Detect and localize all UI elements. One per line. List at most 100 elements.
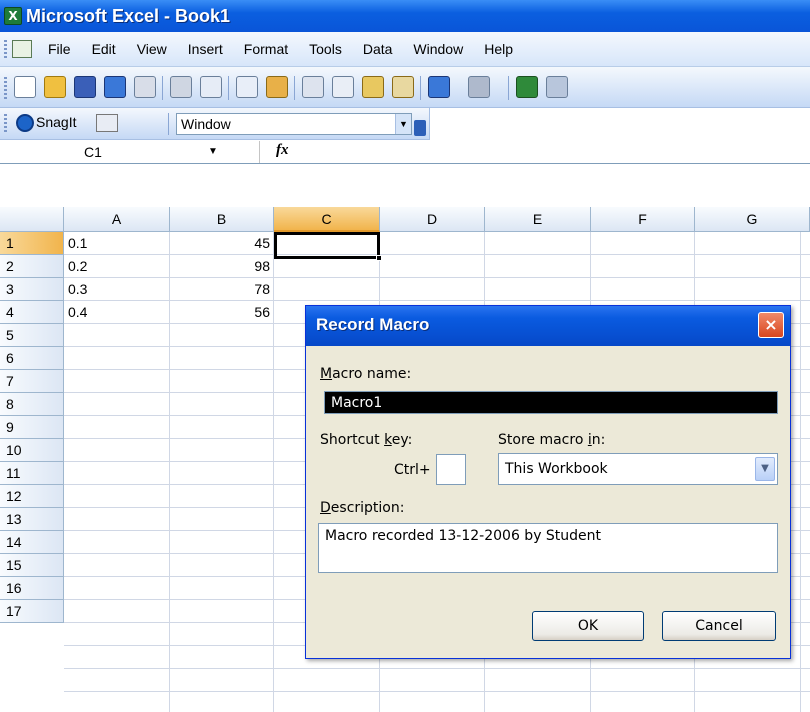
cell-a2[interactable]: 0.2: [68, 255, 87, 278]
snagit-icon[interactable]: [16, 114, 34, 132]
row-header[interactable]: 7: [0, 370, 64, 393]
menu-insert[interactable]: Insert: [188, 41, 223, 57]
description-input[interactable]: Macro recorded 13-12-2006 by Student: [318, 523, 778, 573]
toolbar-grip[interactable]: [4, 114, 7, 134]
store-macro-select[interactable]: This Workbook ▼: [498, 453, 778, 485]
cell-b4[interactable]: 56: [170, 301, 270, 324]
chevron-down-icon[interactable]: ▼: [755, 457, 775, 481]
print-preview-icon[interactable]: [200, 76, 222, 98]
column-header-d[interactable]: D: [380, 207, 485, 232]
chevron-down-icon[interactable]: ▼: [395, 114, 411, 134]
autosum-icon[interactable]: [546, 76, 568, 98]
new-icon[interactable]: [14, 76, 36, 98]
research-icon[interactable]: [266, 76, 288, 98]
cell-b1[interactable]: 45: [170, 232, 270, 255]
row-header[interactable]: 8: [0, 393, 64, 416]
column-header-f[interactable]: F: [591, 207, 695, 232]
menu-window[interactable]: Window: [413, 41, 463, 57]
cell-a3[interactable]: 0.3: [68, 278, 87, 301]
snagit-capture-icon[interactable]: [96, 114, 118, 132]
menubar-grip[interactable]: [4, 40, 7, 60]
row-header[interactable]: 2: [0, 255, 64, 278]
name-box-value: C1: [84, 144, 102, 160]
grid-line: [64, 691, 810, 692]
print-icon[interactable]: [170, 76, 192, 98]
row-header[interactable]: 14: [0, 531, 64, 554]
row-header[interactable]: 3: [0, 278, 64, 301]
record-macro-dialog: Record Macro × Macro name: Macro1 Shortc…: [305, 305, 791, 659]
paste-icon[interactable]: [362, 76, 384, 98]
active-cell-c1[interactable]: [274, 232, 382, 261]
undo-icon[interactable]: [428, 76, 450, 98]
excel-app-icon[interactable]: X: [4, 7, 22, 25]
cut-icon[interactable]: [302, 76, 324, 98]
snagit-label[interactable]: SnagIt: [36, 114, 76, 130]
open-icon[interactable]: [44, 76, 66, 98]
row-header[interactable]: 6: [0, 347, 64, 370]
spelling-icon[interactable]: [236, 76, 258, 98]
row-header[interactable]: 1: [0, 232, 64, 255]
macro-name-input[interactable]: Macro1: [324, 391, 778, 414]
window-combo[interactable]: Window ▼: [176, 113, 412, 135]
save-icon[interactable]: [74, 76, 96, 98]
row-header[interactable]: 15: [0, 554, 64, 577]
grid-line: [273, 232, 274, 712]
toolbar-separator: [508, 76, 509, 100]
ctrl-label: Ctrl+: [394, 462, 431, 478]
toolbar-separator: [228, 76, 229, 100]
cell-b3[interactable]: 78: [170, 278, 270, 301]
row-header[interactable]: 13: [0, 508, 64, 531]
copy-icon[interactable]: [332, 76, 354, 98]
row-header[interactable]: 11: [0, 462, 64, 485]
shortcut-key-label: Shortcut key:: [320, 432, 413, 448]
grid-line: [800, 232, 801, 712]
ok-button[interactable]: OK: [532, 611, 644, 641]
name-box[interactable]: C1 ▼: [0, 141, 260, 163]
dialog-title-bar[interactable]: Record Macro ×: [306, 306, 790, 346]
formula-bar: C1 ▼ fx: [0, 140, 810, 164]
menu-format[interactable]: Format: [244, 41, 288, 57]
column-header-b[interactable]: B: [170, 207, 274, 232]
email-icon[interactable]: [134, 76, 156, 98]
menu-tools[interactable]: Tools: [309, 41, 342, 57]
menu-help[interactable]: Help: [484, 41, 513, 57]
close-icon[interactable]: ×: [758, 312, 784, 338]
row-header[interactable]: 4: [0, 301, 64, 324]
toolbar-separator: [162, 76, 163, 100]
select-all-corner[interactable]: [0, 207, 64, 232]
row-header[interactable]: 16: [0, 577, 64, 600]
toolbar-grip[interactable]: [4, 77, 7, 99]
row-header[interactable]: 10: [0, 439, 64, 462]
cell-a1[interactable]: 0.1: [68, 232, 87, 255]
menu-data[interactable]: Data: [363, 41, 393, 57]
row-header[interactable]: 5: [0, 324, 64, 347]
menu-bar: File Edit View Insert Format Tools Data …: [0, 32, 810, 67]
permission-icon[interactable]: [104, 76, 126, 98]
chevron-down-icon[interactable]: ▼: [208, 141, 218, 163]
menu-file[interactable]: File: [48, 41, 71, 57]
function-icon[interactable]: fx: [276, 142, 289, 159]
menu-view[interactable]: View: [137, 41, 167, 57]
row-header[interactable]: 9: [0, 416, 64, 439]
menu-edit[interactable]: Edit: [92, 41, 116, 57]
cancel-button[interactable]: Cancel: [662, 611, 776, 641]
fill-handle[interactable]: [376, 255, 382, 261]
toolbar-options-icon[interactable]: [414, 120, 426, 136]
cell-b2[interactable]: 98: [170, 255, 270, 278]
format-painter-icon[interactable]: [392, 76, 414, 98]
column-header-g[interactable]: G: [695, 207, 810, 232]
redo-icon[interactable]: [468, 76, 490, 98]
document-icon[interactable]: [12, 40, 32, 58]
cell-a4[interactable]: 0.4: [68, 301, 87, 324]
row-header[interactable]: 17: [0, 600, 64, 623]
column-header-c[interactable]: C: [274, 207, 380, 232]
toolbar-separator: [294, 76, 295, 100]
shortcut-key-input[interactable]: [436, 454, 466, 485]
window-combo-value: Window: [181, 116, 231, 132]
description-label: Description:: [320, 500, 405, 516]
row-header[interactable]: 12: [0, 485, 64, 508]
column-header-e[interactable]: E: [485, 207, 591, 232]
hyperlink-icon[interactable]: [516, 76, 538, 98]
window-title: Microsoft Excel - Book1: [26, 5, 231, 26]
column-header-a[interactable]: A: [64, 207, 170, 232]
